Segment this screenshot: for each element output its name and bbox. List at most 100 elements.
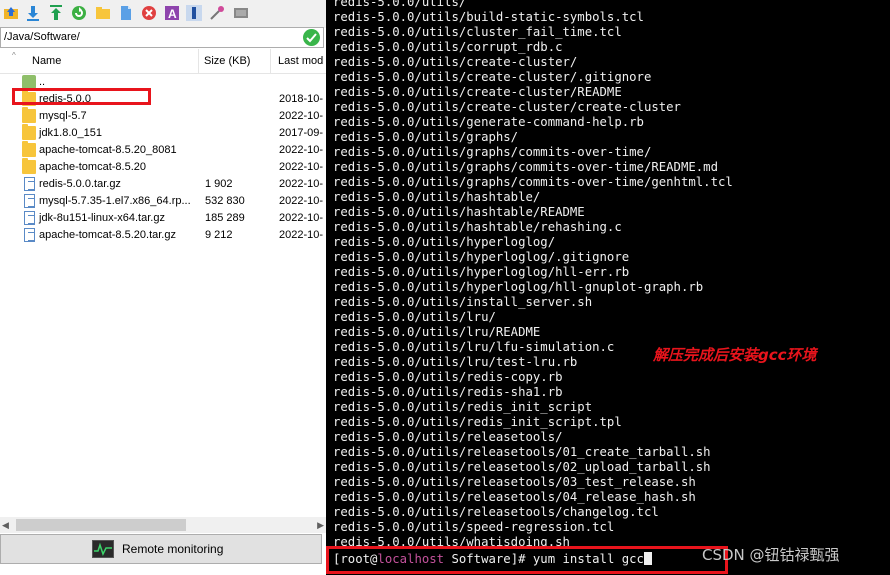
terminal-line: redis-5.0.0/utils/create-cluster/.gitign… (333, 70, 652, 84)
terminal[interactable]: redis-5.0.0/utils/redis-5.0.0/utils/buil… (326, 0, 890, 575)
list-item[interactable]: redis-5.0.0.tar.gz 1 902 2022-10- (0, 176, 326, 193)
list-item[interactable]: jdk-8u151-linux-x64.tar.gz 185 289 2022-… (0, 210, 326, 227)
svg-text:A: A (168, 7, 177, 21)
list-item[interactable]: apache-tomcat-8.5.20.tar.gz 9 212 2022-1… (0, 227, 326, 244)
file-modified: 2017-09- (279, 127, 324, 139)
settings-icon[interactable] (209, 5, 225, 21)
terminal-line: redis-5.0.0/utils/redis_init_script (333, 400, 593, 414)
terminal-line: redis-5.0.0/utils/corrupt_rdb.c (333, 40, 563, 54)
file-name: .. (39, 76, 46, 88)
file-modified: 2022-10- (279, 161, 324, 173)
folder-icon (22, 124, 36, 140)
file-size: 532 830 (205, 195, 245, 207)
monitor-chart-icon (92, 540, 114, 558)
terminal-line: redis-5.0.0/utils/releasetools/02_upload… (333, 460, 711, 474)
terminal-line: redis-5.0.0/utils/lru/ (333, 310, 496, 324)
terminal-line: redis-5.0.0/utils/create-cluster/ (333, 55, 578, 69)
list-item[interactable]: mysql-5.7 2022-10- (0, 107, 326, 125)
remote-monitoring-label: Remote monitoring (122, 542, 224, 556)
file-icon (24, 228, 35, 242)
terminal-line: redis-5.0.0/utils/releasetools/03_test_r… (333, 475, 696, 489)
folder-icon (22, 141, 36, 157)
file-browser-pane: A /Java/Software/ ^ Name Size (KB) Last … (0, 0, 326, 575)
highlight-box-redis-folder (12, 88, 151, 105)
annotation-text: 解压完成后安装gcc环境 (653, 346, 817, 364)
column-size[interactable]: Size (KB) (204, 55, 250, 67)
terminal-line: redis-5.0.0/utils/hyperloglog/hll-err.rb (333, 265, 630, 279)
column-divider[interactable] (198, 49, 199, 73)
highlight-box-command (326, 546, 728, 574)
terminal-line: redis-5.0.0/utils/hashtable/ (333, 190, 541, 204)
path-bar[interactable]: /Java/Software/ (0, 27, 324, 48)
column-name[interactable]: Name (32, 55, 61, 67)
terminal-line: redis-5.0.0/utils/redis_init_script.tpl (333, 415, 622, 429)
terminal-line: redis-5.0.0/utils/releasetools/changelog… (333, 505, 659, 519)
file-icon (24, 211, 35, 225)
list-item[interactable]: mysql-5.7.35-1.el7.x86_64.rp... 532 830 … (0, 193, 326, 210)
terminal-line: redis-5.0.0/utils/releasetools/04_releas… (333, 490, 696, 504)
terminal-line: redis-5.0.0/utils/hyperloglog/ (333, 235, 556, 249)
toolbar: A (0, 0, 326, 28)
properties-icon[interactable] (186, 5, 202, 21)
horizontal-scrollbar[interactable]: ◀ ▶ (0, 517, 326, 533)
upload-icon[interactable] (48, 5, 64, 21)
new-folder-icon[interactable] (95, 5, 111, 21)
file-name: redis-5.0.0.tar.gz (39, 178, 121, 190)
terminal-line: redis-5.0.0/utils/redis-copy.rb (333, 370, 563, 384)
scroll-right-icon[interactable]: ▶ (317, 520, 324, 531)
terminal-line: redis-5.0.0/utils/lru/README (333, 325, 541, 339)
watermark: CSDN @钮钴禄甄强 (702, 546, 840, 564)
remote-monitoring-button[interactable]: Remote monitoring (0, 534, 322, 564)
folder-icon (22, 107, 36, 123)
terminal-output: redis-5.0.0/utils/redis-5.0.0/utils/buil… (333, 0, 733, 550)
terminal-line: redis-5.0.0/utils/hyperloglog/.gitignore (333, 250, 630, 264)
refresh-icon[interactable] (71, 5, 87, 21)
scroll-left-icon[interactable]: ◀ (2, 520, 9, 531)
terminal-line: redis-5.0.0/utils/graphs/ (333, 130, 519, 144)
list-item[interactable]: apache-tomcat-8.5.20 2022-10- (0, 158, 326, 176)
file-icon (24, 177, 35, 191)
file-size: 9 212 (205, 229, 233, 241)
column-modified[interactable]: Last modi (278, 55, 324, 67)
go-check-icon[interactable] (303, 29, 320, 46)
list-item[interactable]: jdk1.8.0_151 2017-09- (0, 124, 326, 142)
terminal-line: redis-5.0.0/utils/create-cluster/README (333, 85, 622, 99)
terminal-line: redis-5.0.0/utils/releasetools/ (333, 430, 563, 444)
column-divider[interactable] (270, 49, 271, 73)
file-name: jdk-8u151-linux-x64.tar.gz (39, 212, 165, 224)
terminal-line: redis-5.0.0/utils/graphs/commits-over-ti… (333, 160, 718, 174)
terminal-line: redis-5.0.0/utils/generate-command-help.… (333, 115, 644, 129)
file-modified: 2022-10- (279, 195, 324, 207)
file-size: 1 902 (205, 178, 233, 190)
new-file-icon[interactable] (118, 5, 134, 21)
file-list-header: ^ Name Size (KB) Last modi (0, 49, 326, 74)
delete-icon[interactable] (141, 5, 157, 21)
rename-icon[interactable]: A (164, 5, 180, 21)
terminal-line: redis-5.0.0/utils/graphs/commits-over-ti… (333, 175, 733, 189)
terminal-line: redis-5.0.0/utils/cluster_fail_time.tcl (333, 25, 622, 39)
file-name: mysql-5.7.35-1.el7.x86_64.rp... (39, 195, 191, 207)
terminal-line: redis-5.0.0/utils/create-cluster/create-… (333, 100, 681, 114)
sort-arrow-icon: ^ (12, 51, 16, 60)
scrollbar-thumb[interactable] (16, 519, 186, 531)
terminal-line: redis-5.0.0/utils/build-static-symbols.t… (333, 10, 644, 24)
file-modified: 2022-10- (279, 178, 324, 190)
terminal-line: redis-5.0.0/utils/speed-regression.tcl (333, 520, 615, 534)
terminal-icon[interactable] (233, 5, 249, 21)
file-name: apache-tomcat-8.5.20.tar.gz (39, 229, 176, 241)
file-name: jdk1.8.0_151 (39, 127, 102, 139)
terminal-line: redis-5.0.0/utils/redis-sha1.rb (333, 385, 563, 399)
folder-icon (22, 158, 36, 174)
folder-up-icon[interactable] (3, 5, 19, 21)
file-size: 185 289 (205, 212, 245, 224)
terminal-line: redis-5.0.0/utils/hyperloglog/hll-gnuplo… (333, 280, 704, 294)
file-name: apache-tomcat-8.5.20 (39, 161, 147, 173)
terminal-line: redis-5.0.0/utils/hashtable/rehashing.c (333, 220, 622, 234)
path-input[interactable]: /Java/Software/ (4, 31, 80, 43)
file-modified: 2022-10- (279, 212, 324, 224)
file-modified: 2022-10- (279, 144, 324, 156)
file-name: mysql-5.7 (39, 110, 87, 122)
terminal-line: redis-5.0.0/utils/install_server.sh (333, 295, 593, 309)
download-icon[interactable] (25, 5, 41, 21)
list-item[interactable]: apache-tomcat-8.5.20_8081 2022-10- (0, 141, 326, 159)
